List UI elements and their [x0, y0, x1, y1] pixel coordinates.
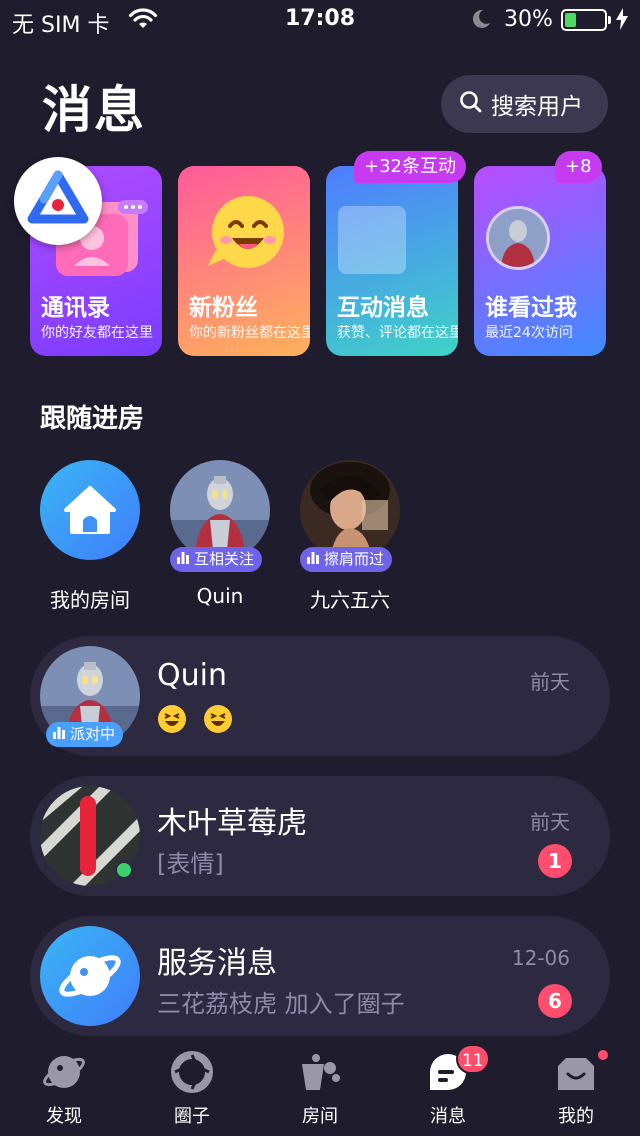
- battery-percent: 30%: [504, 7, 553, 32]
- search-users-label: 搜索用户: [491, 94, 583, 120]
- tab-label: 发现: [46, 1106, 82, 1127]
- bars-icon: [176, 547, 190, 572]
- unread-badge: 1: [538, 844, 572, 878]
- tab-circle[interactable]: 圈子: [128, 1036, 256, 1136]
- tab-label: 我的: [558, 1106, 594, 1127]
- follow-tag: 擦肩而过: [300, 547, 393, 572]
- chat-time: 前天: [530, 670, 570, 694]
- card-visitors-subtitle: 最近24次访问: [485, 325, 573, 341]
- chat-name: Quin: [157, 658, 227, 693]
- follow-item-my-room[interactable]: 我的房间: [25, 460, 155, 612]
- chat-item-quin[interactable]: 派对中 Quin 前天: [30, 636, 610, 756]
- visitors-badge: +8: [555, 151, 602, 183]
- card-contacts-subtitle: 你的好友都在这里: [41, 325, 153, 341]
- chat-item-service[interactable]: 服务消息 三花荔枝虎 加入了圈子 12-06 6: [30, 916, 610, 1036]
- follow-tag-label: 互相关注: [194, 550, 255, 568]
- profile-icon: [554, 1050, 598, 1094]
- chat-time: 前天: [530, 810, 570, 834]
- tab-label: 消息: [430, 1106, 466, 1127]
- tab-label: 房间: [302, 1106, 338, 1127]
- party-status-tag: 派对中: [46, 722, 124, 747]
- charging-icon: [616, 8, 628, 34]
- online-status-dot: [114, 860, 134, 880]
- follow-item-quin[interactable]: 互相关注 Quin: [155, 460, 285, 610]
- follow-item-jiuliuwuliu[interactable]: 擦肩而过 九六五六: [285, 460, 415, 612]
- card-new-fans-subtitle: 你的新粉丝都在这里: [189, 325, 310, 341]
- card-contacts-title: 通讯录: [41, 295, 110, 321]
- home-icon: [40, 460, 140, 560]
- card-visitors-title: 谁看过我: [485, 295, 577, 321]
- follow-tag-label: 擦肩而过: [324, 550, 385, 568]
- chat-message: [表情]: [157, 850, 224, 878]
- circle-icon: [170, 1050, 214, 1094]
- moon-icon: [470, 8, 492, 34]
- search-users-button[interactable]: 搜索用户: [441, 75, 608, 133]
- party-status-label: 派对中: [70, 725, 116, 743]
- laughing-emoji-icon: [203, 704, 233, 734]
- laughing-emoji-icon: [157, 704, 187, 734]
- follow-item-name: 我的房间: [50, 588, 130, 612]
- tab-profile[interactable]: 我的: [512, 1036, 640, 1136]
- bars-icon: [306, 547, 320, 572]
- status-bar: 无 SIM 卡 17:08 30%: [0, 0, 640, 40]
- tab-room[interactable]: 房间: [256, 1036, 384, 1136]
- chat-name: 服务消息: [157, 946, 277, 981]
- chat-time: 12-06: [511, 946, 570, 970]
- app-logo-icon[interactable]: [14, 157, 102, 245]
- card-new-fans[interactable]: 新粉丝 你的新粉丝都在这里: [178, 166, 310, 356]
- battery-fill: [565, 13, 576, 27]
- card-visitors[interactable]: 谁看过我 最近24次访问: [474, 166, 606, 356]
- smiley-icon: [194, 188, 294, 282]
- follow-section-title: 跟随进房: [40, 404, 145, 434]
- avatar: [300, 460, 400, 560]
- card-interactions[interactable]: 互动消息 获赞、评论都在这里: [326, 166, 458, 356]
- follow-tag: 互相关注: [170, 547, 263, 572]
- interactions-thumbnail: [338, 206, 406, 274]
- battery-icon: [561, 9, 607, 31]
- room-icon: [298, 1050, 342, 1094]
- card-new-fans-title: 新粉丝: [189, 295, 258, 321]
- chat-item-muye[interactable]: 木叶草莓虎 [表情] 前天 1: [30, 776, 610, 896]
- chat-message: 三花荔枝虎 加入了圈子: [157, 990, 405, 1018]
- tab-discover[interactable]: 发现: [0, 1036, 128, 1136]
- planet-icon: [40, 926, 140, 1026]
- messages-badge: 11: [456, 1044, 490, 1074]
- planet-icon: [42, 1050, 86, 1094]
- follow-item-name: 九六五六: [310, 588, 390, 612]
- search-icon: [459, 90, 483, 118]
- tab-label: 圈子: [174, 1106, 210, 1127]
- chat-name: 木叶草莓虎: [157, 806, 307, 841]
- page-title: 消息: [42, 81, 146, 139]
- card-interactions-title: 互动消息: [337, 295, 429, 321]
- profile-notification-dot: [596, 1048, 610, 1062]
- interactions-badge: +32条互动: [354, 151, 466, 183]
- tab-bar: 发现 圈子 房间 11 消息 我的: [0, 1036, 640, 1136]
- bars-icon: [52, 722, 66, 747]
- unread-badge: 6: [538, 984, 572, 1018]
- battery-cap: [608, 16, 611, 24]
- avatar: [170, 460, 270, 560]
- visitor-avatar: [486, 206, 550, 270]
- card-interactions-subtitle: 获赞、评论都在这里: [337, 325, 458, 341]
- follow-item-name: Quin: [196, 584, 244, 608]
- tab-messages[interactable]: 11 消息: [384, 1036, 512, 1136]
- chat-message-emojis: [157, 704, 241, 734]
